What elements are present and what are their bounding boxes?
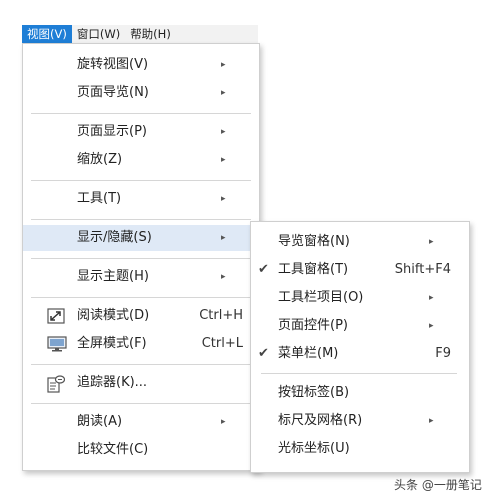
checkmark-icon: ✔ bbox=[258, 262, 269, 277]
menu-item-read-mode[interactable]: 阅读模式(D) Ctrl+H bbox=[23, 303, 259, 329]
menu-item-label: 工具栏项目(O) bbox=[278, 290, 364, 305]
watermark: 头条 @一册笔记 bbox=[394, 478, 482, 492]
menu-item-label: 标尺及网格(R) bbox=[278, 413, 363, 428]
submenu-arrow-icon: ▸ bbox=[221, 127, 226, 137]
menu-separator bbox=[31, 297, 251, 298]
fullscreen-icon bbox=[47, 336, 67, 352]
menu-window[interactable]: 窗口(W) bbox=[72, 25, 125, 43]
menu-item-read-aloud[interactable]: 朗读(A) ▸ bbox=[23, 409, 259, 435]
menu-item-label: 工具窗格(T) bbox=[278, 262, 349, 277]
menu-separator bbox=[31, 219, 251, 220]
menu-item-zoom[interactable]: 缩放(Z) ▸ bbox=[23, 147, 259, 173]
menu-item-display-theme[interactable]: 显示主题(H) ▸ bbox=[23, 264, 259, 290]
menu-item-label: 显示/隐藏(S) bbox=[77, 230, 152, 245]
menu-item-label: 页面导览(N) bbox=[77, 85, 149, 100]
menu-bar: 视图(V) 窗口(W) 帮助(H) bbox=[22, 25, 258, 43]
checkmark-icon: ✔ bbox=[258, 346, 269, 361]
menu-item-tracker[interactable]: 追踪器(K)... bbox=[23, 370, 259, 396]
menu-separator bbox=[31, 113, 251, 114]
view-menu-dropdown: 旋转视图(V) ▸ 页面导览(N) ▸ 页面显示(P) ▸ 缩放(Z) ▸ 工具… bbox=[22, 43, 260, 471]
menu-item-label: 朗读(A) bbox=[77, 414, 123, 429]
menu-item-tools[interactable]: 工具(T) ▸ bbox=[23, 186, 259, 212]
submenu-item-page-controls[interactable]: 页面控件(P) ▸ bbox=[251, 313, 469, 339]
menu-item-label: 阅读模式(D) bbox=[77, 308, 150, 323]
menu-item-show-hide[interactable]: 显示/隐藏(S) ▸ bbox=[23, 225, 259, 251]
submenu-item-toolbar-items[interactable]: 工具栏项目(O) ▸ bbox=[251, 285, 469, 311]
menu-item-shortcut: F9 bbox=[435, 346, 451, 361]
read-mode-icon bbox=[47, 308, 65, 324]
submenu-arrow-icon: ▸ bbox=[221, 272, 226, 282]
menu-item-rotate-view[interactable]: 旋转视图(V) ▸ bbox=[23, 52, 259, 78]
submenu-arrow-icon: ▸ bbox=[429, 237, 434, 247]
menu-item-label: 工具(T) bbox=[77, 191, 122, 206]
submenu-arrow-icon: ▸ bbox=[221, 88, 226, 98]
menu-item-shortcut: Shift+F4 bbox=[394, 262, 451, 277]
tracker-icon bbox=[47, 375, 66, 393]
menu-item-label: 追踪器(K)... bbox=[77, 375, 148, 390]
menu-item-shortcut: Ctrl+L bbox=[201, 336, 243, 351]
submenu-arrow-icon: ▸ bbox=[429, 321, 434, 331]
submenu-item-navigation-pane[interactable]: 导览窗格(N) ▸ bbox=[251, 229, 469, 255]
menu-item-label: 显示主题(H) bbox=[77, 269, 149, 284]
submenu-arrow-icon: ▸ bbox=[429, 293, 434, 303]
menu-view[interactable]: 视图(V) bbox=[22, 25, 72, 43]
menu-item-compare-files[interactable]: 比较文件(C) bbox=[23, 437, 259, 463]
menu-item-label: 比较文件(C) bbox=[77, 442, 149, 457]
submenu-arrow-icon: ▸ bbox=[221, 233, 226, 243]
menu-item-label: 页面控件(P) bbox=[278, 318, 348, 333]
submenu-item-menu-bar[interactable]: ✔ 菜单栏(M) F9 bbox=[251, 341, 469, 367]
submenu-arrow-icon: ▸ bbox=[429, 416, 434, 426]
submenu-arrow-icon: ▸ bbox=[221, 155, 226, 165]
menu-help[interactable]: 帮助(H) bbox=[125, 25, 176, 43]
menu-item-label: 全屏模式(F) bbox=[77, 336, 147, 351]
menu-separator bbox=[31, 180, 251, 181]
submenu-arrow-icon: ▸ bbox=[221, 417, 226, 427]
menu-item-label: 页面显示(P) bbox=[77, 124, 147, 139]
menu-separator bbox=[261, 373, 457, 374]
submenu-item-button-labels[interactable]: 按钮标签(B) bbox=[251, 380, 469, 406]
submenu-item-cursor-coordinates[interactable]: 光标坐标(U) bbox=[251, 436, 469, 462]
submenu-arrow-icon: ▸ bbox=[221, 60, 226, 70]
menu-separator bbox=[31, 364, 251, 365]
menu-item-label: 导览窗格(N) bbox=[278, 234, 350, 249]
menu-item-page-display[interactable]: 页面显示(P) ▸ bbox=[23, 119, 259, 145]
menu-item-fullscreen[interactable]: 全屏模式(F) Ctrl+L bbox=[23, 331, 259, 357]
submenu-item-tools-pane[interactable]: ✔ 工具窗格(T) Shift+F4 bbox=[251, 257, 469, 283]
show-hide-submenu: 导览窗格(N) ▸ ✔ 工具窗格(T) Shift+F4 工具栏项目(O) ▸ … bbox=[250, 221, 470, 473]
menu-item-shortcut: Ctrl+H bbox=[199, 308, 243, 323]
menu-item-page-navigation[interactable]: 页面导览(N) ▸ bbox=[23, 80, 259, 106]
menu-item-label: 旋转视图(V) bbox=[77, 57, 149, 72]
menu-separator bbox=[31, 258, 251, 259]
menu-item-label: 按钮标签(B) bbox=[278, 385, 350, 400]
menu-item-label: 菜单栏(M) bbox=[278, 346, 339, 361]
menu-item-label: 光标坐标(U) bbox=[278, 441, 350, 456]
submenu-arrow-icon: ▸ bbox=[221, 194, 226, 204]
menu-item-label: 缩放(Z) bbox=[77, 152, 123, 167]
submenu-item-rulers-grids[interactable]: 标尺及网格(R) ▸ bbox=[251, 408, 469, 434]
menu-separator bbox=[31, 403, 251, 404]
